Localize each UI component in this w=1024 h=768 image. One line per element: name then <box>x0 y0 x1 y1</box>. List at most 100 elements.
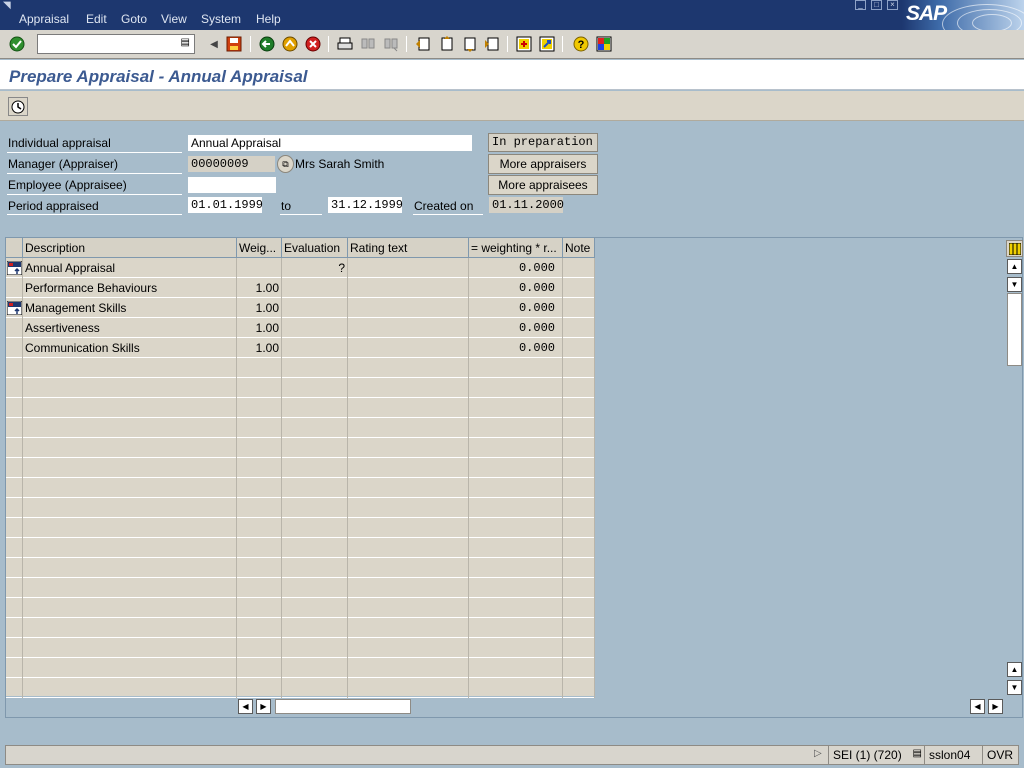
cell-evaluation[interactable] <box>282 578 348 598</box>
cell-note[interactable] <box>563 498 595 518</box>
column-header-weighting[interactable]: = weighting * r... <box>469 238 563 258</box>
row-selector[interactable] <box>6 318 23 338</box>
restore-icon[interactable]: □ <box>871 0 882 10</box>
row-selector[interactable] <box>6 638 23 658</box>
shortcut-icon[interactable] <box>538 35 556 53</box>
scroll-up-icon[interactable]: ▲ <box>1007 259 1022 274</box>
row-selector[interactable] <box>6 278 23 298</box>
column-header-evaluation[interactable]: Evaluation <box>282 238 348 258</box>
cell-note[interactable] <box>563 298 595 318</box>
insert-mode[interactable]: OVR <box>982 746 1018 764</box>
table-row[interactable] <box>6 398 595 418</box>
table-row[interactable] <box>6 538 595 558</box>
table-row[interactable]: Communication Skills 1.00 0.000 <box>6 338 595 358</box>
more-appraisees-button[interactable]: More appraisees <box>488 175 598 195</box>
find-next-icon[interactable] <box>382 35 400 53</box>
cell-note[interactable] <box>563 418 595 438</box>
menu-goto[interactable]: Goto <box>121 12 147 26</box>
command-field[interactable]: ▤ <box>37 34 195 54</box>
cell-evaluation[interactable] <box>282 498 348 518</box>
cell-evaluation[interactable] <box>282 638 348 658</box>
row-selector[interactable] <box>6 678 23 698</box>
table-row[interactable]: Management Skills 1.00 0.000 <box>6 298 595 318</box>
last-page-icon[interactable] <box>483 35 501 53</box>
enter-icon[interactable] <box>8 35 26 53</box>
cell-evaluation[interactable] <box>282 618 348 638</box>
table-row[interactable]: Annual Appraisal? 0.000 <box>6 258 595 278</box>
cell-evaluation[interactable] <box>282 538 348 558</box>
cell-evaluation[interactable] <box>282 658 348 678</box>
cell-note[interactable] <box>563 638 595 658</box>
scroll-up-fast-icon[interactable]: ▼ <box>1007 277 1022 292</box>
table-row[interactable] <box>6 498 595 518</box>
table-row[interactable] <box>6 358 595 378</box>
row-selector[interactable] <box>6 398 23 418</box>
cell-note[interactable] <box>563 618 595 638</box>
table-row[interactable] <box>6 578 595 598</box>
back-icon[interactable] <box>258 35 276 53</box>
cell-evaluation[interactable] <box>282 358 348 378</box>
row-selector[interactable] <box>6 618 23 638</box>
row-selector[interactable] <box>6 338 23 358</box>
status-expand-icon[interactable]: ▷ <box>814 748 822 759</box>
cell-note[interactable] <box>563 538 595 558</box>
cell-evaluation[interactable] <box>282 398 348 418</box>
cell-note[interactable] <box>563 318 595 338</box>
cell-evaluation[interactable] <box>282 478 348 498</box>
cancel-icon[interactable] <box>304 35 322 53</box>
cell-evaluation[interactable] <box>282 418 348 438</box>
manager-id-field[interactable]: 00000009 <box>187 155 276 173</box>
back-arrow-icon[interactable]: ◀ <box>205 35 223 53</box>
system-info-list-icon[interactable]: ▤ <box>913 748 922 759</box>
scroll-left-end-icon[interactable]: ◀ <box>970 699 985 714</box>
row-selector[interactable] <box>6 658 23 678</box>
cell-note[interactable] <box>563 278 595 298</box>
cell-evaluation[interactable] <box>282 438 348 458</box>
minimize-icon[interactable]: _ <box>855 0 866 10</box>
table-row[interactable] <box>6 598 595 618</box>
column-header-weight[interactable]: Weig... <box>237 238 282 258</box>
menu-view[interactable]: View <box>161 12 187 26</box>
row-selector[interactable] <box>6 458 23 478</box>
row-selector[interactable] <box>6 438 23 458</box>
row-selector[interactable] <box>6 538 23 558</box>
system-menu-icon[interactable]: ◥ <box>3 0 17 12</box>
cell-note[interactable] <box>563 258 595 278</box>
cell-evaluation[interactable] <box>282 518 348 538</box>
period-from-field[interactable]: 01.01.1999 <box>187 196 263 214</box>
table-row[interactable] <box>6 618 595 638</box>
menu-appraisal[interactable]: Appraisal <box>19 12 69 26</box>
row-selector[interactable] <box>6 498 23 518</box>
cell-note[interactable] <box>563 398 595 418</box>
table-row[interactable] <box>6 458 595 478</box>
cell-note[interactable] <box>563 458 595 478</box>
cell-note[interactable] <box>563 658 595 678</box>
cell-evaluation[interactable] <box>282 378 348 398</box>
row-selector[interactable] <box>6 518 23 538</box>
table-row[interactable] <box>6 558 595 578</box>
cell-evaluation[interactable] <box>282 278 348 298</box>
row-selector[interactable] <box>6 298 23 318</box>
layout-menu-icon[interactable] <box>595 35 613 53</box>
row-selector[interactable] <box>6 378 23 398</box>
column-header-rating-text[interactable]: Rating text <box>348 238 469 258</box>
vertical-scroll-thumb[interactable] <box>1007 293 1022 366</box>
table-row[interactable] <box>6 678 595 698</box>
menu-help[interactable]: Help <box>256 12 281 26</box>
cell-evaluation[interactable] <box>282 298 348 318</box>
table-row[interactable] <box>6 418 595 438</box>
cell-note[interactable] <box>563 338 595 358</box>
table-row[interactable]: Performance Behaviours 1.00 0.000 <box>6 278 595 298</box>
cell-note[interactable] <box>563 558 595 578</box>
table-row[interactable] <box>6 638 595 658</box>
horizontal-scroll-thumb[interactable] <box>275 699 411 714</box>
next-page-icon[interactable] <box>460 35 478 53</box>
more-appraisers-button[interactable]: More appraisers <box>488 154 598 174</box>
cell-note[interactable] <box>563 598 595 618</box>
cell-evaluation[interactable] <box>282 678 348 698</box>
scroll-down-icon[interactable]: ▼ <box>1007 680 1022 695</box>
print-icon[interactable] <box>336 35 354 53</box>
column-header-description[interactable]: Description <box>23 238 237 258</box>
row-selector[interactable] <box>6 598 23 618</box>
find-icon[interactable] <box>359 35 377 53</box>
